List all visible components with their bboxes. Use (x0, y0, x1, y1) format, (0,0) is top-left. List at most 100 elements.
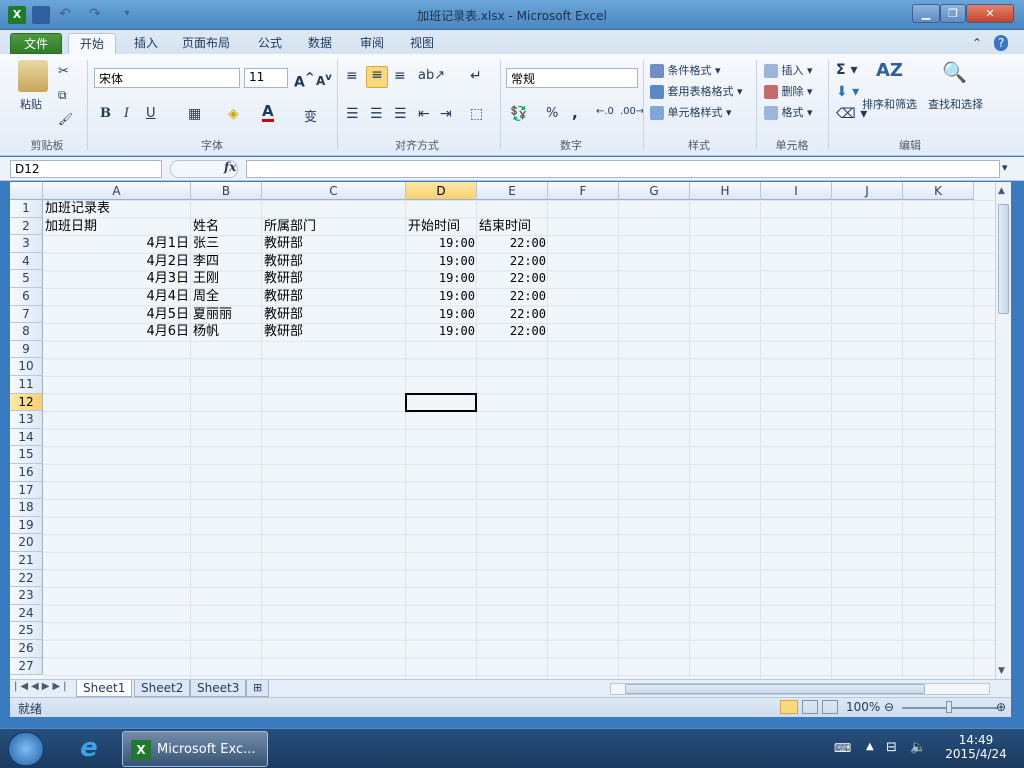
cell-start[interactable]: 19:00 (406, 270, 477, 288)
row-header-9[interactable]: 9 (10, 340, 43, 359)
select-all-corner[interactable] (10, 182, 43, 200)
row-header-19[interactable]: 19 (10, 516, 43, 535)
tab-data[interactable]: 数据 (298, 33, 342, 54)
increase-indent-icon[interactable]: ⇥ (440, 106, 452, 122)
start-button[interactable] (8, 732, 44, 766)
align-middle-icon[interactable]: ≡ (366, 66, 388, 88)
column-header-A[interactable]: A (43, 182, 191, 200)
row-header-1[interactable]: 1 (10, 200, 43, 218)
fill-color-icon[interactable]: ◈ (228, 106, 239, 122)
row-header-8[interactable]: 8 (10, 323, 43, 341)
zoom-out-icon[interactable]: ⊖ (884, 700, 894, 714)
grow-font-icon[interactable]: A^ (294, 70, 315, 91)
number-format-select[interactable]: 常规 (506, 68, 638, 88)
sheet-tab-2[interactable]: Sheet2 (134, 680, 191, 697)
align-center-icon[interactable]: ☰ (370, 106, 383, 122)
cell-start[interactable]: 19:00 (406, 306, 477, 324)
column-header-D[interactable]: D (406, 182, 477, 200)
close-button[interactable]: ✕ (966, 4, 1014, 23)
zoom-in-icon[interactable]: ⊕ (996, 700, 1006, 714)
fill-icon[interactable]: ⬇ ▾ (836, 84, 859, 100)
phonetic-icon[interactable]: 变 (304, 106, 317, 125)
cell-name[interactable]: 杨帆 (191, 323, 221, 341)
insert-function-button[interactable]: fx (224, 160, 236, 174)
cell-dept[interactable]: 教研部 (262, 253, 305, 271)
cell-date[interactable]: 4月2日 (43, 253, 191, 271)
keyboard-icon[interactable]: ⌨ (834, 741, 851, 755)
cell-date[interactable]: 4月1日 (43, 235, 191, 253)
find-select-button[interactable]: 查找和选择 (928, 96, 983, 112)
cell-D2[interactable]: 开始时间 (406, 218, 462, 236)
row-header-13[interactable]: 13 (10, 411, 43, 429)
align-right-icon[interactable]: ☰ (394, 106, 407, 122)
row-header-6[interactable]: 6 (10, 288, 43, 306)
column-header-H[interactable]: H (690, 182, 761, 200)
cell-dept[interactable]: 教研部 (262, 270, 305, 288)
sort-filter-icon[interactable]: AZ (876, 60, 903, 81)
percent-button[interactable]: % (546, 106, 558, 121)
cell-dept[interactable]: 教研部 (262, 288, 305, 306)
conditional-formatting-button[interactable]: 条件格式 ▾ (650, 62, 721, 78)
name-box[interactable]: D12 (10, 160, 162, 178)
show-hidden-icons[interactable]: ▲ (866, 741, 874, 752)
cell-date[interactable]: 4月6日 (43, 323, 191, 341)
column-header-I[interactable]: I (761, 182, 832, 200)
font-name-select[interactable]: 宋体 (94, 68, 240, 88)
cell-date[interactable]: 4月5日 (43, 306, 191, 324)
row-header-12[interactable]: 12 (10, 393, 43, 412)
row-header-10[interactable]: 10 (10, 358, 43, 376)
autosum-icon[interactable]: Σ ▾ (836, 62, 857, 78)
column-header-K[interactable]: K (903, 182, 974, 200)
cell-name[interactable]: 李四 (191, 253, 221, 271)
restore-button[interactable]: ❐ (940, 4, 966, 23)
scroll-thumb[interactable] (998, 204, 1009, 314)
column-header-G[interactable]: G (619, 182, 690, 200)
row-header-23[interactable]: 23 (10, 587, 43, 605)
format-painter-icon[interactable]: 🖌 (58, 112, 73, 126)
row-header-24[interactable]: 24 (10, 604, 43, 623)
column-header-B[interactable]: B (191, 182, 262, 200)
help-icon[interactable]: ? (994, 35, 1009, 51)
italic-button[interactable]: I (124, 106, 129, 121)
merge-center-icon[interactable]: ⬚ (470, 106, 483, 122)
cell-date[interactable]: 4月3日 (43, 270, 191, 288)
column-header-J[interactable]: J (832, 182, 903, 200)
format-as-table-button[interactable]: 套用表格格式 ▾ (650, 83, 743, 99)
decrease-decimal-icon[interactable]: .00→ (620, 106, 644, 117)
row-header-18[interactable]: 18 (10, 499, 43, 517)
row-header-5[interactable]: 5 (10, 270, 43, 288)
page-break-view-icon[interactable] (822, 700, 838, 714)
column-header-C[interactable]: C (262, 182, 406, 200)
row-header-15[interactable]: 15 (10, 446, 43, 464)
cell-name[interactable]: 张三 (191, 235, 221, 253)
bold-button[interactable]: B (100, 106, 111, 121)
comma-button[interactable]: , (572, 104, 578, 122)
wrap-text-icon[interactable]: ↵ (470, 68, 482, 84)
cell-C2[interactable]: 所属部门 (262, 218, 318, 236)
worksheet-grid[interactable]: ABCDEFGHIJK 1 2 3 4 5 6 7 8 9 10 11 12 13 14 15 16 17 18 1… (10, 182, 995, 679)
minimize-ribbon-icon[interactable]: ⌃ (968, 33, 986, 54)
cell-end[interactable]: 22:00 (477, 306, 548, 324)
cell-name[interactable]: 夏丽丽 (191, 306, 234, 324)
row-header-14[interactable]: 14 (10, 428, 43, 447)
cell-A1[interactable]: 加班记录表 (43, 200, 112, 218)
cell-dept[interactable]: 教研部 (262, 306, 305, 324)
cell-start[interactable]: 19:00 (406, 288, 477, 306)
insert-sheet-icon[interactable]: ⊞ (246, 680, 270, 697)
horizontal-scrollbar[interactable] (610, 683, 990, 695)
font-size-select[interactable]: 11 (244, 68, 288, 88)
tab-page-layout[interactable]: 页面布局 (172, 33, 240, 54)
cell-end[interactable]: 22:00 (477, 235, 548, 253)
cell-dept[interactable]: 教研部 (262, 235, 305, 253)
row-header-7[interactable]: 7 (10, 305, 43, 324)
tab-home[interactable]: 开始 (68, 33, 116, 54)
clock[interactable]: 14:49 2015/4/24 (940, 733, 1012, 761)
row-header-17[interactable]: 17 (10, 481, 43, 500)
cell-styles-button[interactable]: 单元格样式 ▾ (650, 104, 732, 120)
underline-button[interactable]: U (146, 106, 156, 121)
expand-formula-bar-icon[interactable]: ▾ (1002, 161, 1008, 174)
sort-filter-button[interactable]: 排序和筛选 (862, 96, 917, 112)
row-header-3[interactable]: 3 (10, 235, 43, 253)
row-header-22[interactable]: 22 (10, 569, 43, 588)
row-header-20[interactable]: 20 (10, 534, 43, 552)
